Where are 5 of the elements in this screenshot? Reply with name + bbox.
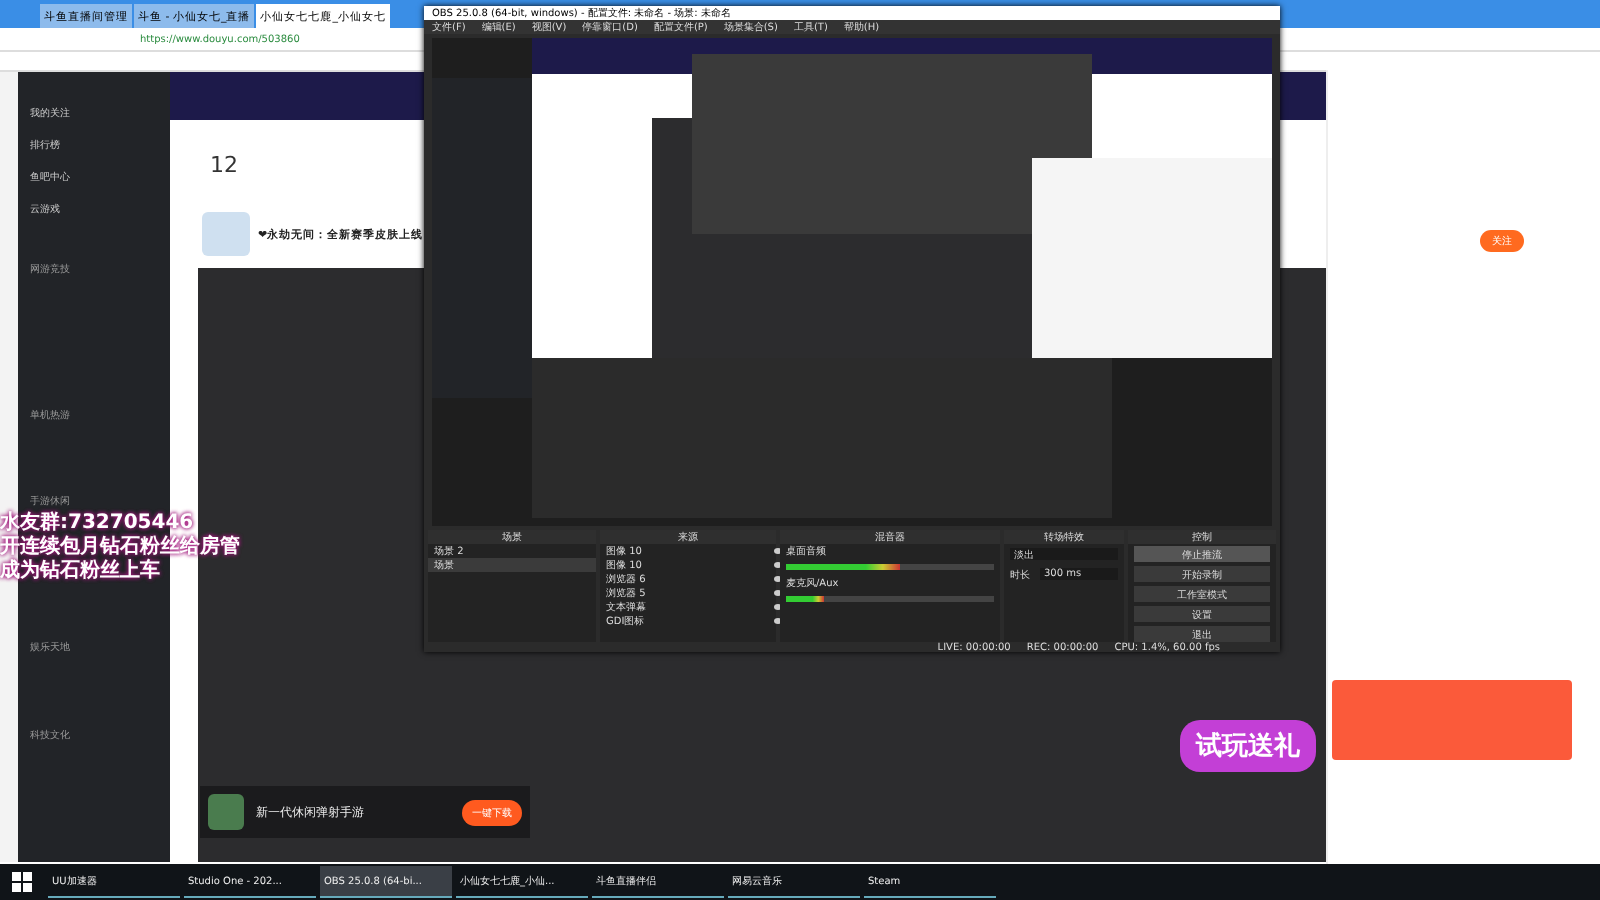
windows-start-icon[interactable] — [12, 872, 32, 892]
gift-banner: 试玩送礼 — [1180, 720, 1316, 772]
game-icon — [208, 794, 244, 830]
avatar — [202, 212, 250, 256]
score-count: 12 — [210, 151, 238, 177]
